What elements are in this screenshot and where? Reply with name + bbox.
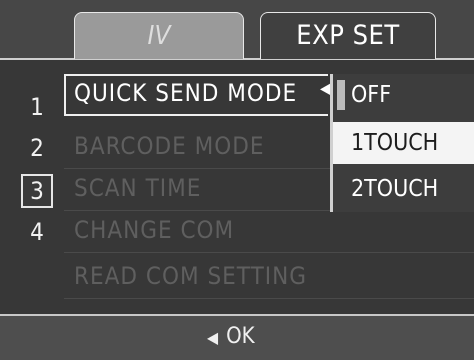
menu-item-read-com-setting[interactable]: READ COM SETTING [64, 258, 474, 299]
option-2touch[interactable]: 2TOUCH [333, 168, 474, 210]
tab-iv[interactable]: IV [74, 12, 244, 59]
page-number-4[interactable]: 4 [23, 217, 51, 247]
tab-bar: IV EXP SET [0, 0, 474, 60]
left-triangle-icon: ◀ [207, 328, 219, 347]
page-number-3-selected[interactable]: 3 [21, 174, 53, 208]
camera-menu-screen: IV EXP SET 1 2 3 4 QUICK SEND MODE BARCO… [0, 0, 474, 360]
ok-label: OK [226, 324, 255, 349]
option-1touch-selected[interactable]: 1TOUCH [333, 122, 474, 164]
page-number-1[interactable]: 1 [23, 92, 51, 122]
scrollbar-indicator [337, 80, 345, 110]
footer-bar: ◀ OK [0, 314, 474, 360]
menu-item-label: READ COM SETTING [74, 262, 307, 290]
option-off[interactable]: OFF [333, 74, 474, 116]
menu-item-label: SCAN TIME [74, 174, 202, 202]
option-label: 2TOUCH [351, 176, 439, 202]
ok-hint[interactable]: ◀ OK [207, 324, 255, 349]
menu-item-quick-send-mode[interactable]: QUICK SEND MODE [64, 74, 328, 116]
option-label: OFF [351, 82, 392, 108]
page-number-2[interactable]: 2 [23, 133, 51, 163]
tab-exp-set[interactable]: EXP SET [260, 12, 436, 59]
menu-item-label: QUICK SEND MODE [74, 79, 298, 107]
menu-item-change-com[interactable]: CHANGE COM [64, 212, 474, 253]
menu-item-label: CHANGE COM [74, 216, 235, 244]
option-label: 1TOUCH [351, 130, 439, 156]
menu-item-label: BARCODE MODE [74, 132, 265, 160]
option-list: OFF 1TOUCH 2TOUCH [330, 74, 474, 212]
